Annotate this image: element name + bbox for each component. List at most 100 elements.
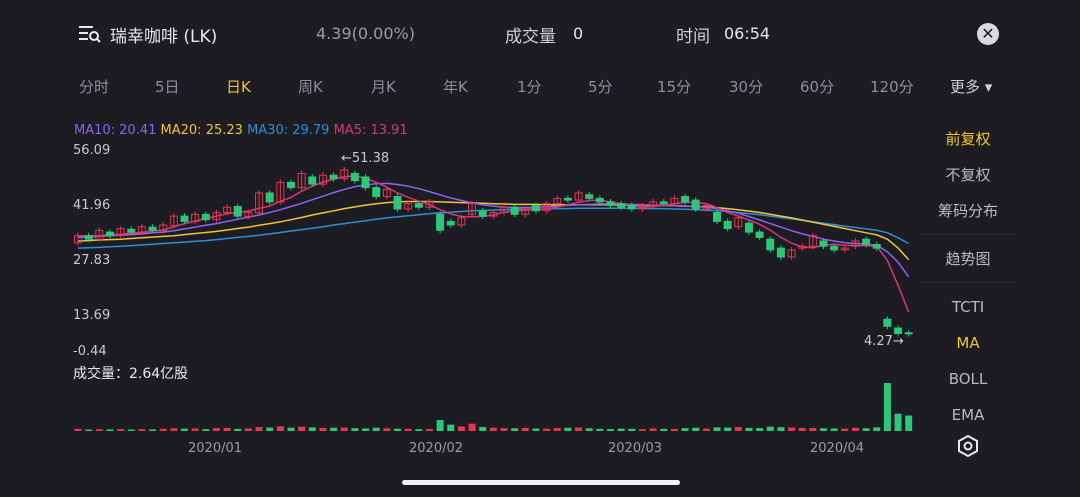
candle-body: [308, 176, 317, 185]
volume-bar: [543, 428, 551, 431]
side-forward-adjust[interactable]: 前复权: [928, 128, 1008, 149]
volume-bar: [351, 428, 359, 431]
candle-body: [713, 212, 721, 222]
volume-bar: [841, 428, 849, 431]
volume-bar: [756, 428, 764, 431]
volume-bar: [95, 429, 103, 431]
candle-body: [233, 205, 242, 217]
volume-bar: [798, 427, 806, 431]
candle-body: [414, 203, 423, 208]
candle-body: [819, 240, 828, 247]
volume-bar: [425, 429, 433, 431]
candle-body: [883, 318, 892, 327]
volume-bar: [788, 427, 796, 431]
candle-body: [606, 201, 615, 206]
volume-bar: [223, 427, 231, 431]
volume-bar: [905, 415, 913, 431]
volume-bar: [607, 429, 614, 431]
volume-bar: [159, 428, 167, 431]
volume-bar: [596, 428, 604, 431]
volume-bar: [851, 427, 859, 431]
volume-bar: [724, 427, 732, 431]
volume-bar: [553, 428, 561, 431]
volume-bar: [202, 429, 210, 431]
volume-bar: [394, 428, 401, 431]
volume-bar: [883, 383, 891, 431]
candle-body: [372, 187, 381, 198]
candle-body: [329, 174, 338, 180]
candle-body: [627, 204, 636, 210]
volume-bar: [500, 428, 508, 431]
candle-body: [862, 238, 871, 246]
volume-bar: [457, 426, 465, 431]
candle-body: [830, 245, 839, 251]
candlestick-chart[interactable]: [0, 0, 1080, 497]
volume-bar: [692, 427, 700, 431]
candle-body: [478, 210, 487, 217]
volume-bar: [447, 424, 455, 431]
volume-bar: [873, 427, 881, 431]
side-ma[interactable]: MA: [928, 334, 1008, 352]
candle-body: [681, 196, 690, 203]
volume-bar: [702, 428, 710, 431]
settings-hex-icon[interactable]: [956, 434, 980, 458]
volume-bar: [862, 428, 870, 431]
volume-bar: [298, 426, 306, 431]
volume-bar: [319, 427, 327, 431]
candle-body: [436, 213, 445, 231]
volume-bar: [138, 429, 146, 431]
side-boll[interactable]: BOLL: [928, 370, 1008, 388]
volume-bar: [383, 428, 391, 431]
volume-bar: [308, 427, 316, 431]
volume-bar: [830, 428, 838, 431]
side-divider: [922, 282, 1014, 283]
volume-bar: [255, 427, 263, 431]
ma10-line: [77, 182, 910, 278]
candle-body: [776, 247, 785, 258]
volume-bar: [181, 428, 188, 431]
side-tcti[interactable]: TCTI: [928, 298, 1008, 316]
volume-bar: [372, 427, 380, 431]
volume-bar: [74, 428, 82, 431]
home-indicator[interactable]: [402, 480, 680, 485]
candle-body: [723, 220, 732, 230]
volume-bar: [745, 427, 753, 431]
candle-body: [446, 220, 455, 226]
side-ema[interactable]: EMA: [928, 406, 1008, 424]
candle-body: [659, 201, 668, 205]
candle-body: [350, 172, 359, 182]
candle-body: [127, 228, 136, 233]
volume-bar: [511, 428, 519, 431]
volume-bar: [170, 428, 178, 431]
candle-body: [617, 203, 626, 208]
volume-bar: [85, 429, 93, 431]
volume-bar: [340, 427, 348, 431]
volume-bar: [649, 428, 657, 431]
candle-body: [744, 222, 753, 233]
volume-bar: [191, 428, 199, 431]
volume-bar: [436, 420, 444, 431]
volume-bar: [777, 427, 785, 431]
volume-bar: [521, 427, 529, 431]
volume-bar: [638, 429, 646, 431]
volume-bar: [212, 428, 220, 431]
side-trend-chart[interactable]: 趋势图: [928, 248, 1008, 269]
candle-body: [904, 332, 913, 335]
side-no-adjust[interactable]: 不复权: [928, 164, 1008, 185]
candle-body: [265, 192, 274, 203]
candle-body: [361, 176, 370, 189]
volume-bar: [276, 426, 284, 431]
volume-bar: [681, 428, 689, 431]
volume-bar: [894, 413, 902, 431]
candle-body: [755, 231, 764, 238]
candle-body: [510, 206, 519, 215]
volume-bar: [127, 429, 135, 431]
candle-body: [201, 213, 210, 221]
side-chip-distribution[interactable]: 筹码分布: [928, 200, 1008, 221]
candle-body: [287, 181, 295, 189]
candle-body: [148, 226, 157, 231]
volume-bar: [234, 428, 242, 431]
volume-bar: [266, 427, 274, 431]
volume-bar: [617, 428, 625, 431]
volume-bar: [564, 427, 572, 431]
